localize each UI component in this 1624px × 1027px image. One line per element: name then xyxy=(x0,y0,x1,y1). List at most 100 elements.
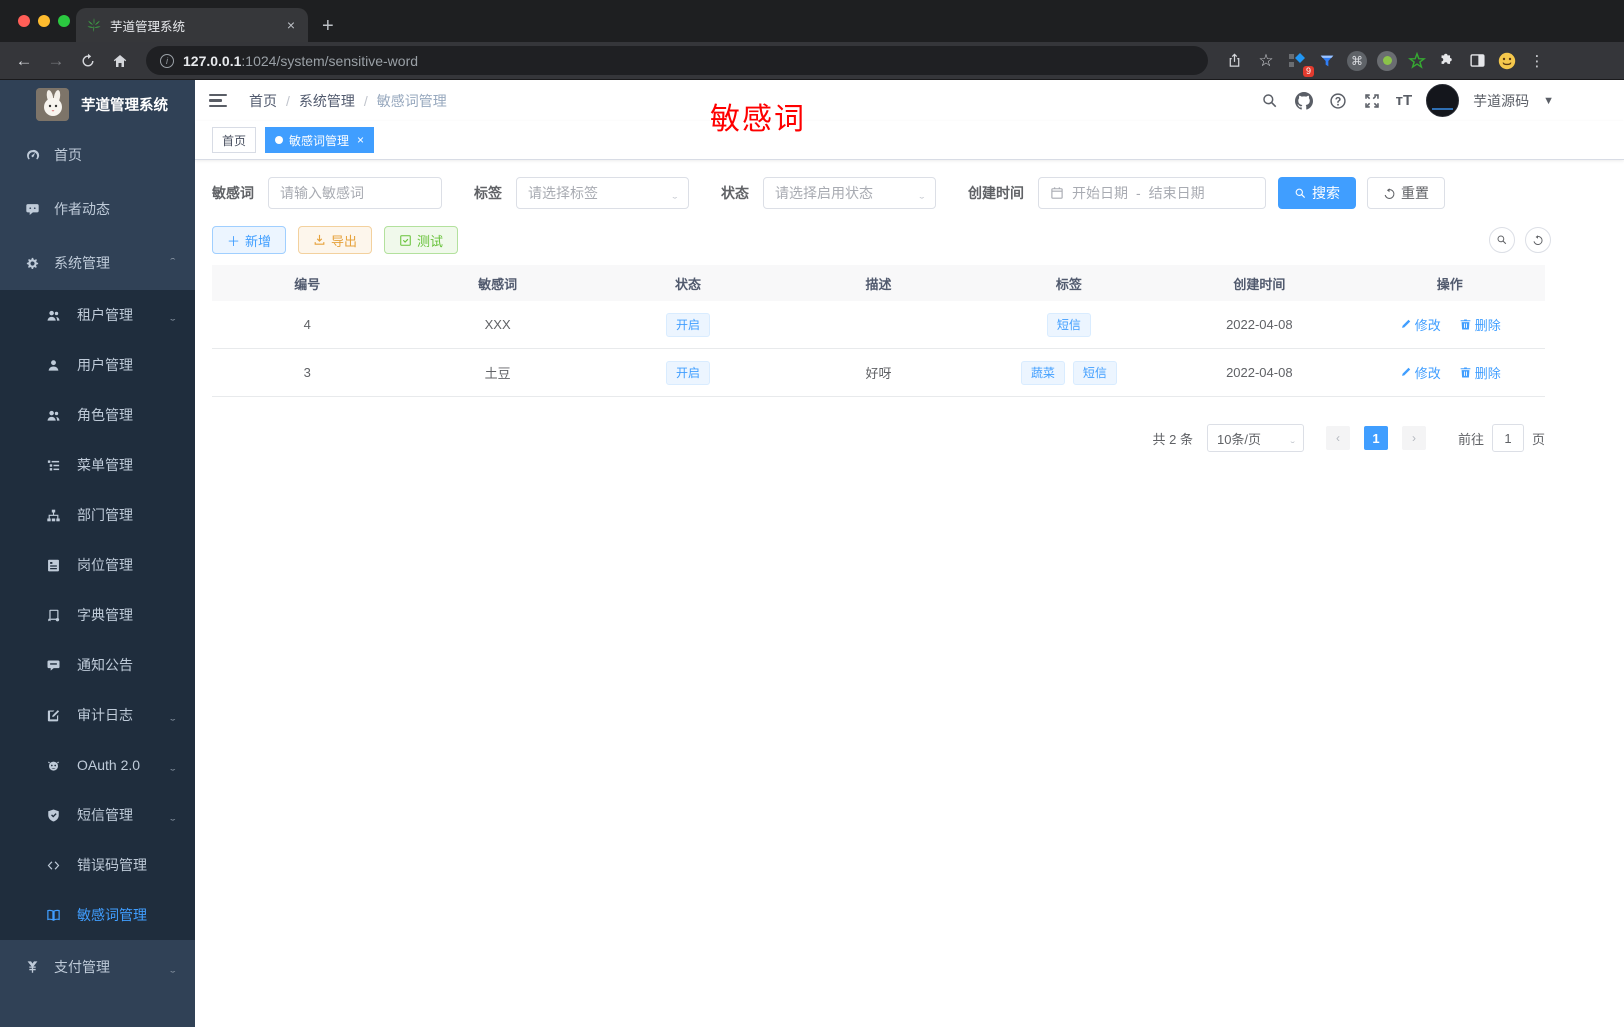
collapse-sidebar-icon[interactable] xyxy=(209,93,227,108)
sidebar: 芋道管理系统 首页作者动态 系统管理 ˆ 租户管理 ˬ 用户管理角色管理菜单管理部门管理岗… xyxy=(0,80,195,1027)
sidebar-item-notice[interactable]: 通知公告 xyxy=(0,640,195,690)
dict-icon xyxy=(46,608,61,623)
breadcrumb-home[interactable]: 首页 xyxy=(249,91,277,111)
document-check-icon xyxy=(400,234,411,246)
browser-toolbar: ← → i 127.0.0.1:1024/system/sensitive-wo… xyxy=(0,42,1624,80)
minimize-window-button[interactable] xyxy=(38,15,50,27)
add-button[interactable]: ＋ 新增 xyxy=(212,226,287,254)
grid-diamond-extension-icon[interactable]: 9 xyxy=(1284,48,1314,77)
edit-link[interactable]: 修改 xyxy=(1399,315,1441,334)
prev-page-button[interactable]: ‹ xyxy=(1325,426,1350,450)
sidebar-item-pay[interactable]: 支付管理 ˬ xyxy=(0,940,195,994)
cell-tags: 蔬菜 短信 xyxy=(974,349,1164,396)
table-row: 3 土豆 开启 好呀 蔬菜 短信 2022-04-08 修改 删除 xyxy=(212,349,1545,397)
tag-close-icon[interactable]: × xyxy=(357,133,364,147)
browser-menu-icon[interactable]: ⋮ xyxy=(1524,48,1550,74)
cell-status: 开启 xyxy=(593,301,783,348)
col-id: 编号 xyxy=(294,276,321,292)
cell-actions: 修改 删除 xyxy=(1355,301,1545,348)
bookmark-star-icon[interactable]: ☆ xyxy=(1252,47,1280,75)
command-extension-icon[interactable]: ⌘ xyxy=(1344,48,1370,74)
sidebar-item-label: 部门管理 xyxy=(77,507,133,523)
tab-title: 芋道管理系统 xyxy=(110,19,186,34)
tag-select[interactable]: 请选择标签 ˬ xyxy=(516,177,689,209)
help-icon[interactable] xyxy=(1328,91,1348,111)
delete-link[interactable]: 删除 xyxy=(1459,315,1501,334)
status-select[interactable]: 请选择启用状态 ˬ xyxy=(763,177,936,209)
record-extension-icon[interactable] xyxy=(1374,48,1400,74)
share-button[interactable] xyxy=(1220,47,1248,75)
page-1-button[interactable]: 1 xyxy=(1363,426,1388,450)
emoji-extension-icon[interactable] xyxy=(1494,48,1520,74)
cell-tags: 短信 xyxy=(974,301,1164,348)
cell-created: 2022-04-08 xyxy=(1226,317,1293,332)
github-icon[interactable] xyxy=(1294,91,1314,111)
header-search-icon[interactable] xyxy=(1260,91,1280,111)
edit-link[interactable]: 修改 xyxy=(1399,363,1441,382)
goto-page-input[interactable]: 1 xyxy=(1491,424,1524,452)
cell-created: 2022-04-08 xyxy=(1226,365,1293,380)
delete-link[interactable]: 删除 xyxy=(1459,363,1501,382)
sidebar-item-user[interactable]: 用户管理 xyxy=(0,340,195,390)
table-row: 4 XXX 开启 短信 2022-04-08 修改 删除 xyxy=(212,301,1545,349)
puzzle-extension-icon[interactable] xyxy=(1434,48,1460,74)
keyword-input[interactable]: 请输入敏感词 xyxy=(268,177,442,209)
refresh-table-button[interactable] xyxy=(1525,227,1551,253)
forward-button[interactable]: → xyxy=(42,47,70,75)
tag-view-home[interactable]: 首页 xyxy=(212,127,257,153)
sidebar-item-label: 系统管理 xyxy=(54,255,110,271)
user-menu-caret-icon[interactable]: ▼ xyxy=(1543,95,1554,107)
sidebar-item-audit-log[interactable]: 审计日志 ˬ xyxy=(0,690,195,740)
page-content: 敏感词 请输入敏感词 标签 请选择标签 ˬ 状态 请选择启用状态 ˬ 创建时间 开始… xyxy=(195,160,1624,1027)
page-size-select[interactable]: 10条/页 ˬ xyxy=(1206,424,1304,452)
sidebar-item-chat[interactable]: 作者动态 xyxy=(0,182,195,236)
new-tab-button[interactable]: + xyxy=(322,16,334,36)
sidebar-item-sensitive-word[interactable]: 敏感词管理 xyxy=(0,890,195,940)
sidebar-item-dept[interactable]: 部门管理 xyxy=(0,490,195,540)
export-button[interactable]: 导出 xyxy=(298,226,373,254)
green-star-extension-icon[interactable] xyxy=(1404,48,1430,74)
user-icon xyxy=(46,358,61,373)
reload-button[interactable] xyxy=(74,47,102,75)
sidebar-item-dashboard[interactable]: 首页 xyxy=(0,128,195,182)
sidebar-item-menu-tree[interactable]: 菜单管理 xyxy=(0,440,195,490)
next-page-button[interactable]: › xyxy=(1401,426,1426,450)
status-badge: 开启 xyxy=(666,360,711,385)
toggle-search-button[interactable] xyxy=(1489,227,1515,253)
side-panel-extension-icon[interactable] xyxy=(1464,48,1490,74)
site-info-icon[interactable]: i xyxy=(160,53,174,68)
chevron-down-icon: ˬ xyxy=(919,187,925,199)
sidebar-item-tenant[interactable]: 租户管理 ˬ xyxy=(0,290,195,340)
sidebar-item-role[interactable]: 角色管理 xyxy=(0,390,195,440)
sidebar-item-gear[interactable]: 系统管理 ˆ xyxy=(0,236,195,290)
fullscreen-icon[interactable] xyxy=(1362,91,1382,111)
url-bar[interactable]: i 127.0.0.1:1024/system/sensitive-word xyxy=(146,46,1208,75)
close-window-button[interactable] xyxy=(18,15,30,27)
user-avatar[interactable] xyxy=(1426,84,1460,117)
sidebar-item-error-code[interactable]: 错误码管理 xyxy=(0,840,195,890)
sidebar-item-label: 短信管理 xyxy=(77,807,133,823)
search-button[interactable]: 搜索 xyxy=(1278,177,1356,209)
browser-tab[interactable]: 芋道管理系统 × xyxy=(76,8,308,42)
sidebar-item-label: 用户管理 xyxy=(77,357,133,373)
tag-view-current[interactable]: 敏感词管理 × xyxy=(265,127,375,153)
sidebar-item-post[interactable]: 岗位管理 xyxy=(0,540,195,590)
zoom-window-button[interactable] xyxy=(58,15,70,27)
date-range-picker[interactable]: 开始日期 - 结束日期 xyxy=(1038,177,1266,209)
sidebar-item-dict[interactable]: 字典管理 xyxy=(0,590,195,640)
breadcrumb-system[interactable]: 系统管理 xyxy=(299,91,355,111)
chevron-down-icon: ˬ xyxy=(170,809,176,821)
dashboard-icon xyxy=(25,148,40,163)
sidebar-item-oauth[interactable]: OAuth 2.0 ˬ xyxy=(0,740,195,790)
sidebar-item-label: 首页 xyxy=(54,147,82,163)
home-button[interactable] xyxy=(106,47,134,75)
sidebar-logo[interactable]: 芋道管理系统 xyxy=(0,80,195,128)
sidebar-item-sms[interactable]: 短信管理 ˬ xyxy=(0,790,195,840)
reset-button[interactable]: 重置 xyxy=(1367,177,1445,209)
sidebar-item-label: 角色管理 xyxy=(77,407,133,423)
back-button[interactable]: ← xyxy=(10,47,38,75)
filter-gem-extension-icon[interactable] xyxy=(1314,48,1340,74)
test-button[interactable]: 测试 xyxy=(384,226,459,254)
tab-close-icon[interactable]: × xyxy=(284,17,298,33)
font-size-icon[interactable]: тT xyxy=(1396,92,1413,109)
